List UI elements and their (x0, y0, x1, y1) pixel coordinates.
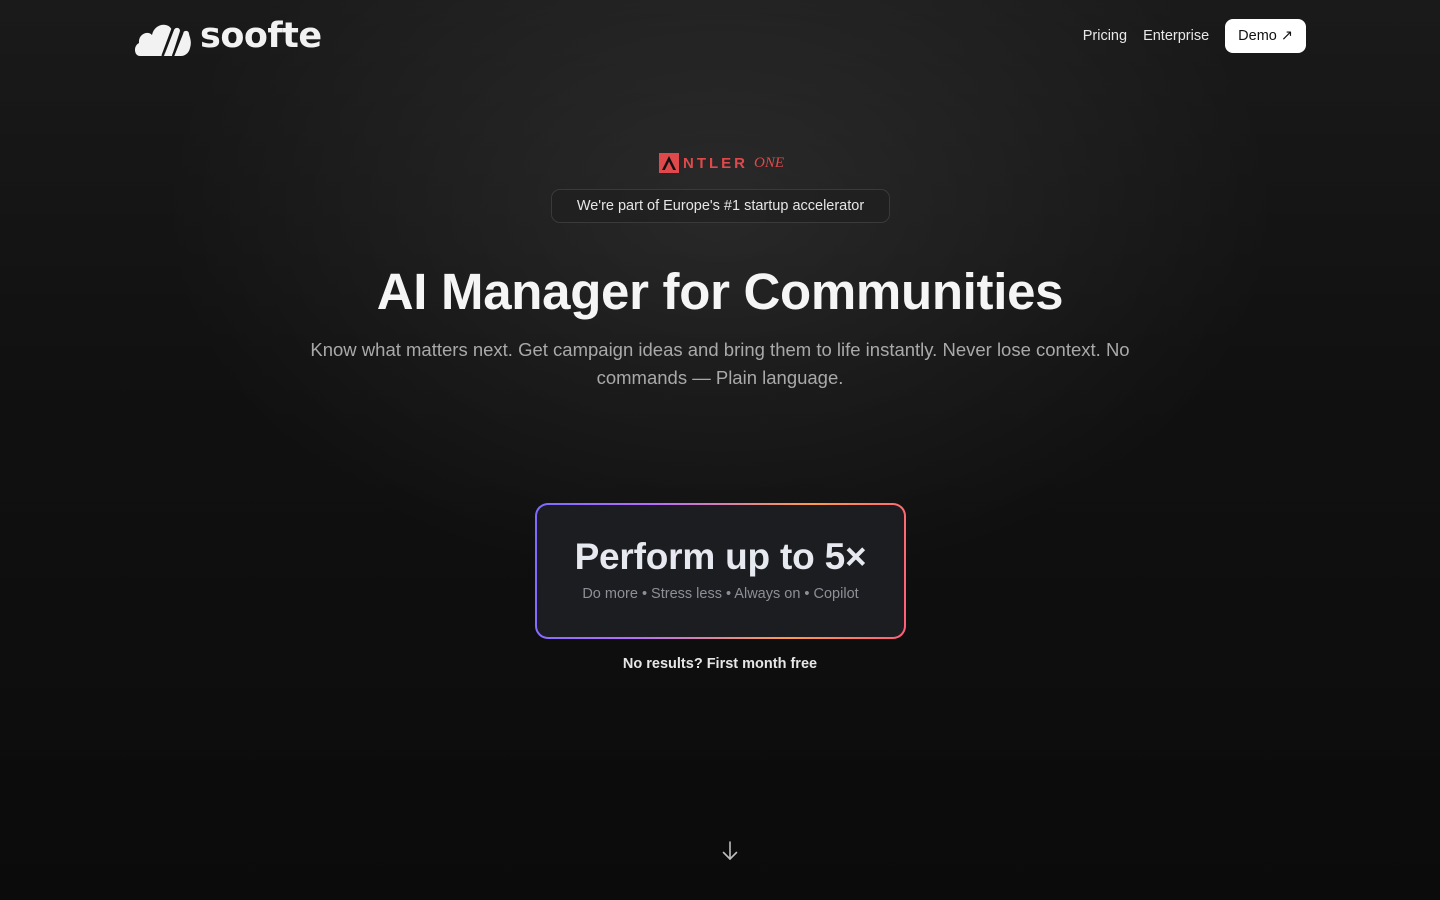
page-title: AI Manager for Communities (376, 263, 1064, 320)
performance-card-subtitle: Do more • Stress less • Always on • Copi… (582, 586, 859, 602)
performance-card-title: Perform up to 5× (574, 536, 867, 577)
arrow-up-right-icon: ↗ (1280, 28, 1293, 44)
logo-text: soofte (200, 16, 322, 56)
antler-logo: NTLER ONE (659, 153, 784, 173)
performance-card[interactable]: Perform up to 5× Do more • Stress less •… (535, 503, 906, 639)
soofte-cloud-logo-icon (134, 24, 191, 56)
arrow-down-icon[interactable] (720, 840, 740, 862)
accelerator-badge: We're part of Europe's #1 startup accele… (551, 189, 890, 223)
logo[interactable]: soofte (134, 14, 322, 58)
guarantee-text: No results? First month free (622, 656, 818, 672)
antler-wordmark: NTLER (683, 154, 748, 172)
demo-button[interactable]: Demo ↗ (1225, 19, 1306, 53)
hero-subtitle: Know what matters next. Get campaign ide… (310, 339, 1130, 388)
top-nav: Pricing Enterprise Demo ↗ (1083, 19, 1306, 53)
nav-enterprise-link[interactable]: Enterprise (1143, 28, 1209, 44)
nav-pricing-link[interactable]: Pricing (1083, 28, 1127, 44)
antler-a-icon (659, 153, 679, 173)
antler-one-text: ONE (754, 154, 784, 171)
performance-card-body: Perform up to 5× Do more • Stress less •… (537, 505, 904, 637)
demo-button-label: Demo (1238, 28, 1277, 44)
